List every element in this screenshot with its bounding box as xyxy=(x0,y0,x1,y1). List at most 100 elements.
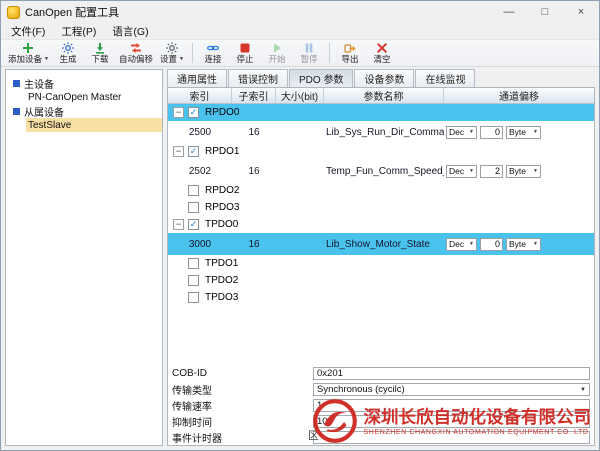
auto-offset-button[interactable]: 自动偏移 xyxy=(116,40,156,66)
unit-select[interactable]: Byte▼ xyxy=(506,238,541,251)
window-controls: — □ × xyxy=(491,1,599,23)
pdo-group-label: RPDO2 xyxy=(205,185,239,196)
format-select[interactable]: Dec▼ xyxy=(446,238,477,251)
chevron-down-icon: ▼ xyxy=(533,129,538,135)
tab-online-monitor[interactable]: 在线监视 xyxy=(415,69,475,87)
close-button[interactable]: × xyxy=(563,1,599,23)
pdo-param-row[interactable]: 3000 16 Lib_Show_Motor_State Dec▼ 0 Byte… xyxy=(168,233,594,255)
param-index: 3000 xyxy=(168,239,232,250)
stop-label: 停止 xyxy=(236,54,253,65)
event-timer-label: 事件计时器 xyxy=(168,430,313,445)
header-channel-offset: 通道偏移 xyxy=(444,88,594,103)
minimize-button[interactable]: — xyxy=(491,1,527,23)
offset-input[interactable]: 0 xyxy=(480,238,503,251)
pdo-group-row-rpdo3[interactable]: RPDO3 xyxy=(168,199,594,216)
menu-file[interactable]: 文件(F) xyxy=(3,24,53,39)
start-button[interactable]: 开始 xyxy=(261,40,293,66)
tree-group-master[interactable]: 主设备 xyxy=(6,76,162,90)
pdo-checkbox[interactable] xyxy=(188,185,199,196)
app-window: CanOpen 配置工具 — □ × 文件(F) 工程(P) 语言(G) 添加设… xyxy=(0,0,600,451)
format-value: Dec xyxy=(449,127,464,137)
pdo-group-row-rpdo1[interactable]: RPDO1 xyxy=(168,143,594,160)
pdo-group-row-rpdo0[interactable]: RPDO0 xyxy=(168,104,594,121)
maximize-button[interactable]: □ xyxy=(527,1,563,23)
connect-button[interactable]: 连接 xyxy=(197,40,229,66)
tab-general[interactable]: 通用属性 xyxy=(167,69,227,87)
table-header: 索引 子索引 大小(bit) 参数名称 通道偏移 xyxy=(168,88,594,104)
offset-input[interactable]: 0 xyxy=(480,126,503,139)
format-select[interactable]: Dec ▼ xyxy=(446,126,477,139)
pdo-group-row-tpdo0[interactable]: TPDO0 xyxy=(168,216,594,233)
pdo-checkbox[interactable] xyxy=(188,202,199,213)
main-panel: 通用属性 错误控制 PDO 参数 设备参数 在线监视 索引 子索引 大小(bit… xyxy=(167,69,595,446)
tab-pdo-params[interactable]: PDO 参数 xyxy=(289,69,353,87)
pdo-checkbox[interactable] xyxy=(188,107,199,118)
chevron-down-icon: ▼ xyxy=(44,54,49,65)
menu-project[interactable]: 工程(P) xyxy=(53,24,104,39)
pdo-param-row[interactable]: 2502 16 Temp_Fun_Comm_Speed_Comm Dec▼ 2 … xyxy=(168,160,594,182)
chevron-down-icon: ▼ xyxy=(179,54,184,65)
clear-button[interactable]: 清空 xyxy=(366,40,398,66)
transfer-rate-input[interactable]: 1 xyxy=(313,399,590,412)
menu-language[interactable]: 语言(G) xyxy=(104,24,156,39)
pdo-group-row-tpdo2[interactable]: TPDO2 xyxy=(168,272,594,289)
format-select[interactable]: Dec▼ xyxy=(446,165,477,178)
collapse-icon[interactable] xyxy=(173,219,184,230)
chevron-down-icon: ▼ xyxy=(469,168,474,174)
transfer-type-select[interactable]: Synchronous (cycilc) ▼ xyxy=(313,383,590,396)
tree-group-slave[interactable]: 从属设备 xyxy=(6,104,162,118)
pdo-checkbox[interactable] xyxy=(188,258,199,269)
transfer-rate-label: 传输速率 xyxy=(168,398,313,413)
pdo-group-row-tpdo3[interactable]: TPDO3 xyxy=(168,289,594,306)
chevron-down-icon: ▼ xyxy=(533,241,538,247)
pdo-checkbox[interactable] xyxy=(188,292,199,303)
device-tree: 主设备 PN-CanOpen Master 从属设备 TestSlave xyxy=(5,69,163,446)
export-icon xyxy=(344,42,356,54)
tab-device-params[interactable]: 设备参数 xyxy=(354,69,414,87)
collapse-icon[interactable] xyxy=(173,146,184,157)
settings-label: 设置 xyxy=(160,54,177,65)
download-label: 下载 xyxy=(91,54,108,65)
collapse-icon[interactable] xyxy=(173,107,184,118)
settings-button[interactable]: 设置▼ xyxy=(156,40,188,66)
pdo-group-label: RPDO3 xyxy=(205,202,239,213)
pdo-table: 索引 子索引 大小(bit) 参数名称 通道偏移 RPDO0 2500 xyxy=(168,88,594,365)
unit-select[interactable]: Byte▼ xyxy=(506,165,541,178)
param-subindex: 16 xyxy=(232,239,276,250)
add-device-button[interactable]: 添加设备▼ xyxy=(5,40,52,66)
pdo-group-row-tpdo1[interactable]: TPDO1 xyxy=(168,255,594,272)
pdo-checkbox[interactable] xyxy=(188,146,199,157)
event-timer-input[interactable] xyxy=(313,431,590,444)
unit-select[interactable]: Byte ▼ xyxy=(506,126,541,139)
chevron-down-icon: ▼ xyxy=(533,168,538,174)
export-label: 导出 xyxy=(341,54,358,65)
pdo-checkbox[interactable] xyxy=(188,219,199,230)
pdo-group-row-rpdo2[interactable]: RPDO2 xyxy=(168,182,594,199)
param-name: Lib_Show_Motor_State xyxy=(324,239,444,250)
stop-button[interactable]: 停止 xyxy=(229,40,261,66)
tab-error-control[interactable]: 错误控制 xyxy=(228,69,288,87)
auto-offset-label: 自动偏移 xyxy=(119,54,153,65)
generate-button[interactable]: 生成 xyxy=(52,40,84,66)
param-index: 2500 xyxy=(168,127,232,138)
generate-icon xyxy=(62,42,74,54)
pause-button[interactable]: 暂停 xyxy=(293,40,325,66)
cob-id-input[interactable]: 0x201 xyxy=(313,367,590,380)
tree-item-pn-canopen-master[interactable]: PN-CanOpen Master xyxy=(6,90,162,104)
generate-label: 生成 xyxy=(59,54,76,65)
pdo-group-label: TPDO2 xyxy=(205,275,238,286)
pdo-group-label: RPDO0 xyxy=(205,107,239,118)
offset-input[interactable]: 2 xyxy=(480,165,503,178)
download-button[interactable]: 下载 xyxy=(84,40,116,66)
tree-item-testslave[interactable]: TestSlave xyxy=(6,118,162,132)
download-icon xyxy=(94,42,106,54)
channel-offset-cell: Dec▼ 2 Byte▼ xyxy=(444,165,594,178)
pdo-param-row[interactable]: 2500 16 Lib_Sys_Run_Dir_Command Dec▼ 0 B… xyxy=(168,121,594,143)
chevron-down-icon: ▼ xyxy=(469,129,474,135)
pdo-checkbox[interactable] xyxy=(188,275,199,286)
inhibit-time-input[interactable]: 10 xyxy=(313,415,590,428)
unit-value: Byte xyxy=(509,127,526,137)
toolbar: 添加设备▼ 生成 下载 自动偏移 设置▼ xyxy=(1,39,599,67)
transfer-type-label: 传输类型 xyxy=(168,382,313,397)
export-button[interactable]: 导出 xyxy=(334,40,366,66)
